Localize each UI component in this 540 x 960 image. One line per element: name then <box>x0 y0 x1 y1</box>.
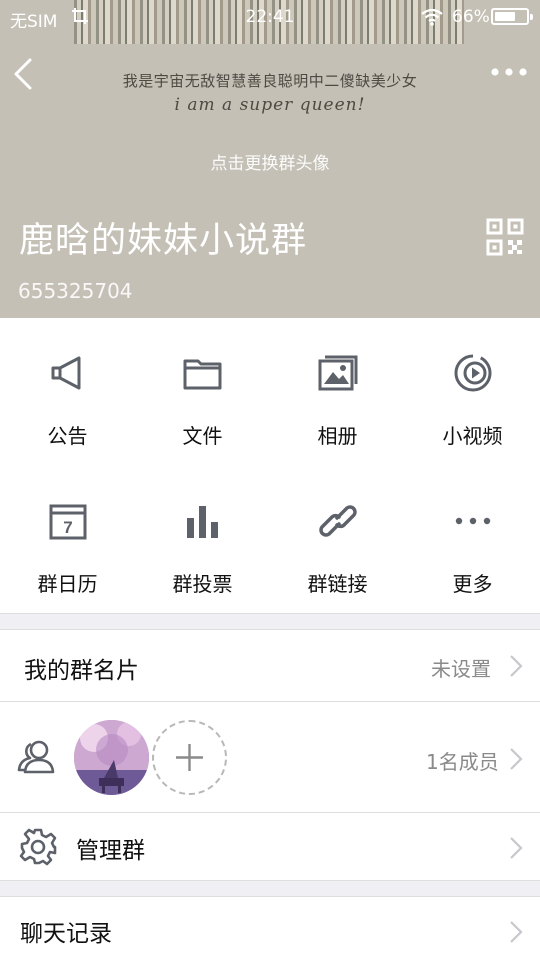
feature-label: 公告 <box>47 424 88 448</box>
feature-calendar[interactable]: 7 群日历 <box>0 466 135 614</box>
plus-icon <box>176 744 203 771</box>
feature-vote[interactable]: 群投票 <box>135 466 270 614</box>
battery-percent: 66% <box>452 7 490 27</box>
more-dots-icon <box>491 68 527 76</box>
my-group-card-row[interactable]: 我的群名片 未设置 <box>0 629 540 702</box>
video-icon <box>454 354 492 392</box>
feature-short-video[interactable]: 小视频 <box>405 318 540 466</box>
feature-label: 更多 <box>452 572 493 596</box>
status-bar: 无SIM 22:41 66% <box>0 0 540 34</box>
battery-level-fill <box>495 12 515 21</box>
change-avatar-hint[interactable]: 点击更换群头像 <box>0 149 540 174</box>
feature-link[interactable]: 群链接 <box>270 466 405 614</box>
album-icon <box>318 355 358 391</box>
feature-album[interactable]: 相册 <box>270 318 405 466</box>
feature-label: 文件 <box>182 424 223 448</box>
chevron-right-icon <box>510 655 523 677</box>
megaphone-icon <box>51 356 81 390</box>
group-name: 鹿晗的妹妹小说群 <box>19 221 308 261</box>
qr-code-icon <box>486 218 524 256</box>
banner-text-en: i am a super queen! <box>174 95 366 115</box>
group-id: 655325704 <box>18 279 133 303</box>
member-count: 1名成员 <box>426 750 499 774</box>
gear-icon <box>19 828 57 866</box>
feature-label: 群投票 <box>172 572 233 596</box>
more-dots-icon <box>455 517 491 525</box>
members-icon <box>17 740 55 774</box>
battery-icon <box>491 8 533 25</box>
wifi-icon <box>421 8 443 26</box>
feature-label: 群链接 <box>307 572 368 596</box>
feature-grid: 公告 文件 相册 小视频 7 群日历 群投票 群链接 更多 <box>0 318 540 614</box>
feature-more[interactable]: 更多 <box>405 466 540 614</box>
chevron-right-icon <box>510 748 523 770</box>
calendar-icon: 7 <box>49 504 87 540</box>
feature-label: 相册 <box>317 424 358 448</box>
chevron-left-icon <box>14 58 32 90</box>
manage-group-title: 管理群 <box>76 838 145 864</box>
chat-history-title: 聊天记录 <box>20 921 112 947</box>
manage-group-row[interactable]: 管理群 <box>0 812 540 881</box>
feature-announcement[interactable]: 公告 <box>0 318 135 466</box>
group-card-title: 我的群名片 <box>24 658 139 684</box>
folder-icon <box>183 359 222 390</box>
feature-label: 群日历 <box>37 572 98 596</box>
member-avatar[interactable] <box>74 720 149 795</box>
bar-chart-icon <box>187 506 218 538</box>
svg-text:7: 7 <box>63 518 72 537</box>
back-button[interactable] <box>6 52 46 96</box>
banner-text-cn: 我是宇宙无敌智慧善良聪明中二傻缺美少女 <box>122 72 418 90</box>
group-header: 我是宇宙无敌智慧善良聪明中二傻缺美少女 i am a super queen! … <box>0 0 540 318</box>
feature-files[interactable]: 文件 <box>135 318 270 466</box>
chevron-right-icon <box>510 837 523 859</box>
add-member-button[interactable] <box>152 720 227 795</box>
link-icon <box>319 505 357 537</box>
chevron-right-icon <box>510 921 523 943</box>
chat-history-row[interactable]: 聊天记录 <box>0 896 540 960</box>
qr-code-button[interactable] <box>486 218 524 256</box>
group-card-value: 未设置 <box>431 657 491 681</box>
feature-label: 小视频 <box>442 424 503 448</box>
more-options-button[interactable] <box>488 60 530 84</box>
members-row[interactable]: 1名成员 <box>0 701 540 813</box>
